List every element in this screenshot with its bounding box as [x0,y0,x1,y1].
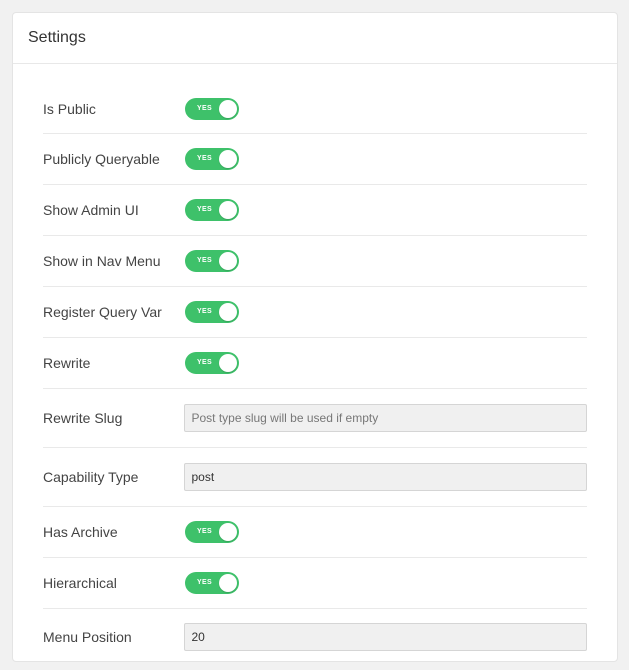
publicly-queryable-toggle[interactable]: YES [185,148,239,170]
is-public-label: Is Public [43,100,96,117]
is-public-toggle[interactable]: YES [185,97,239,120]
publicly-queryable-label: Publicly Queryable [43,151,160,167]
show-admin-ui-label: Show Admin UI [43,202,139,218]
show-in-nav-menu-label: Show in Nav Menu [43,253,161,269]
setting-row-menu-position: Menu Position [43,609,587,661]
settings-form: Is Public YES Publicly Queryable YES Sho… [13,64,617,661]
has-archive-label: Has Archive [43,524,118,540]
setting-row-rewrite-slug: Rewrite Slug [43,389,587,448]
hierarchical-toggle-text: YES [197,579,212,586]
setting-row-show-admin-ui: Show Admin UI YES [43,185,587,236]
rewrite-toggle-text: YES [197,359,212,366]
menu-position-input[interactable] [184,623,587,651]
setting-row-is-public: Is Public YES [43,84,587,134]
capability-type-label: Capability Type [43,469,139,485]
publicly-queryable-toggle-text: YES [197,155,212,162]
register-query-var-toggle-text: YES [197,308,212,315]
setting-row-register-query-var: Register Query Var YES [43,287,587,338]
register-query-var-label: Register Query Var [43,304,162,320]
setting-row-capability-type: Capability Type [43,448,587,507]
panel-title: Settings [28,29,86,46]
rewrite-slug-label: Rewrite Slug [43,410,123,426]
toggle-knob [219,354,237,372]
setting-row-has-archive: Has Archive YES [43,507,587,558]
toggle-knob [219,574,237,592]
menu-position-label: Menu Position [43,629,132,645]
show-admin-ui-toggle-text: YES [197,206,212,213]
setting-row-publicly-queryable: Publicly Queryable YES [43,134,587,185]
is-public-toggle-text: YES [197,104,212,112]
capability-type-input[interactable] [184,463,587,491]
setting-row-show-in-nav-menu: Show in Nav Menu YES [43,236,587,287]
has-archive-toggle-text: YES [197,528,212,535]
setting-row-rewrite: Rewrite YES [43,338,587,389]
rewrite-slug-input[interactable] [184,404,587,432]
panel-header: Settings [13,13,617,64]
rewrite-toggle[interactable]: YES [185,352,239,374]
toggle-knob [219,523,237,541]
setting-row-hierarchical: Hierarchical YES [43,558,587,609]
toggle-knob [219,303,237,321]
toggle-knob [219,201,237,219]
settings-panel: Settings Is Public YES Publicly Queryabl… [12,12,618,662]
toggle-knob [219,150,237,168]
register-query-var-toggle[interactable]: YES [185,301,239,323]
show-in-nav-menu-toggle[interactable]: YES [185,250,239,272]
hierarchical-toggle[interactable]: YES [185,572,239,594]
toggle-knob [219,252,237,270]
toggle-knob [219,99,237,118]
rewrite-label: Rewrite [43,355,91,371]
hierarchical-label: Hierarchical [43,575,117,591]
show-in-nav-menu-toggle-text: YES [197,257,212,264]
show-admin-ui-toggle[interactable]: YES [185,199,239,221]
has-archive-toggle[interactable]: YES [185,521,239,543]
